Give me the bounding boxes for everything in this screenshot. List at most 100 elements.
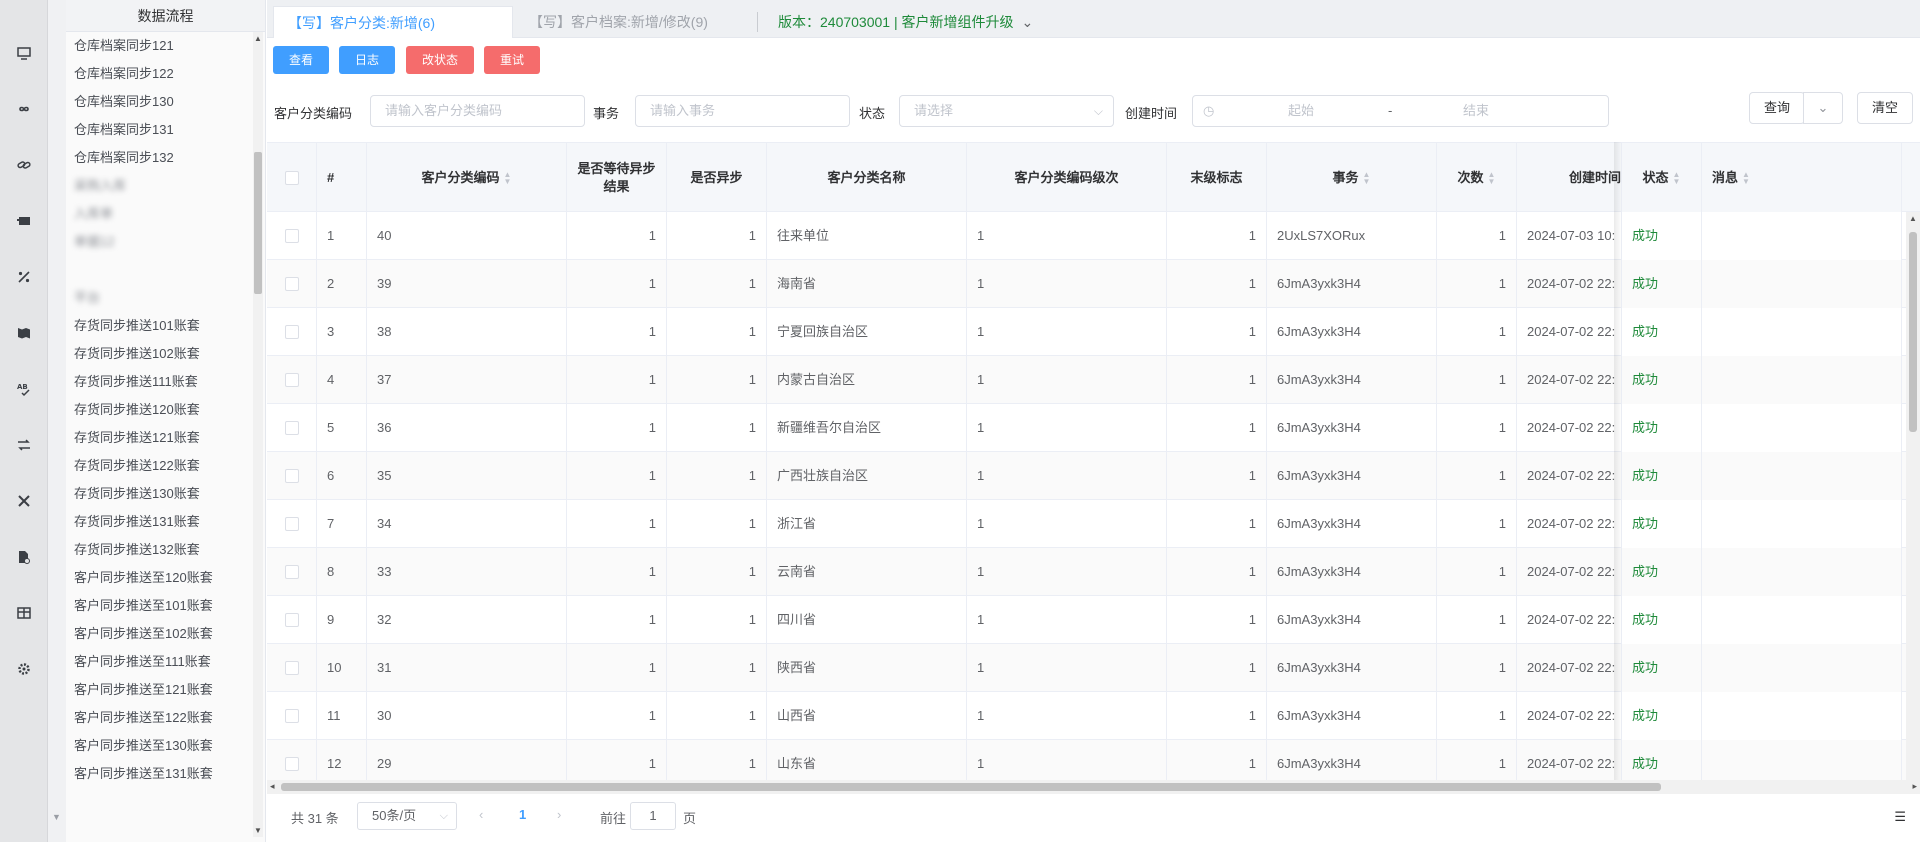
- row-checkbox[interactable]: [284, 373, 299, 387]
- version-selector[interactable]: 版本：240703001 | 客户新增组件升级 ⌄: [757, 12, 1033, 32]
- flow-tree-item[interactable]: 存货同步推送132账套: [66, 536, 252, 564]
- flow-tree-item[interactable]: 存货同步推送102账套: [66, 340, 252, 368]
- flow-tree-item[interactable]: 存货同步推送130账套: [66, 480, 252, 508]
- table-row[interactable]: 7 34 1 1 浙江省 1 1 6JmA3yxk3H4 1 2024-07-02 22: 成功: [267, 500, 1920, 548]
- sort-icon[interactable]: ▲ ▼: [1673, 171, 1681, 186]
- flow-tree-item[interactable]: 仓库档案同步132: [66, 144, 252, 172]
- flow-tree-item[interactable]: 仓库档案同步121: [66, 32, 252, 60]
- tab-customer-category-add[interactable]: 【写】客户分类:新增(6): [273, 6, 513, 38]
- table-row[interactable]: 9 32 1 1 四川省 1 1 6JmA3yxk3H4 1 2024-07-02 22: 成功: [267, 596, 1920, 644]
- col-message[interactable]: 消息 ▲ ▼: [1702, 143, 1902, 213]
- sidebar-scroll-thumb[interactable]: [254, 152, 262, 294]
- row-checkbox[interactable]: [284, 613, 299, 627]
- table-vertical-scrollbar[interactable]: ▲: [1906, 212, 1920, 782]
- row-checkbox[interactable]: [284, 517, 299, 531]
- flow-tree-item[interactable]: 客户同步推送至130账套: [66, 732, 252, 760]
- row-select-cell[interactable]: [267, 260, 317, 308]
- created-date-range[interactable]: ◷ 起始 - 结束: [1192, 95, 1609, 127]
- scroll-up-icon[interactable]: ▲: [254, 34, 262, 43]
- flow-tree-item[interactable]: 采购入库: [66, 172, 252, 200]
- table-row[interactable]: 8 33 1 1 云南省 1 1 6JmA3yxk3H4 1 2024-07-02 22: 成功: [267, 548, 1920, 596]
- row-checkbox[interactable]: [284, 565, 299, 579]
- code-filter-input[interactable]: 请输入客户分类编码: [370, 95, 585, 127]
- table-row[interactable]: 1 40 1 1 往来单位 1 1 2UxLS7XORux 1 2024-07-03 10: 成功: [267, 212, 1920, 260]
- view-button[interactable]: 查看: [273, 46, 329, 74]
- flow-tree-item[interactable]: 客户同步推送至111账套: [66, 648, 252, 676]
- flow-tree-item[interactable]: 客户同步推送至101账套: [66, 592, 252, 620]
- row-checkbox[interactable]: [284, 421, 299, 435]
- row-select-cell[interactable]: [267, 356, 317, 404]
- card-icon[interactable]: [14, 211, 34, 231]
- scroll-right-icon[interactable]: ▸: [1912, 781, 1917, 792]
- flow-tree-item[interactable]: 存货同步推送121账套: [66, 424, 252, 452]
- retry-button[interactable]: 重试: [484, 46, 540, 74]
- row-select-cell[interactable]: [267, 452, 317, 500]
- flow-tree-item[interactable]: 存货同步推送122账套: [66, 452, 252, 480]
- table-row[interactable]: 2 39 1 1 海南省 1 1 6JmA3yxk3H4 1 2024-07-02 22: 成功: [267, 260, 1920, 308]
- col-txn[interactable]: 事务 ▲ ▼: [1267, 143, 1437, 213]
- sort-icon[interactable]: ▲ ▼: [1363, 171, 1371, 186]
- row-select-cell[interactable]: [267, 404, 317, 452]
- col-count[interactable]: 次数 ▲ ▼: [1437, 143, 1517, 213]
- table-row[interactable]: 4 37 1 1 内蒙古自治区 1 1 6JmA3yxk3H4 1 2024-07-02 22: 成…: [267, 356, 1920, 404]
- select-all-cell[interactable]: [267, 143, 317, 213]
- page-number-current[interactable]: 1: [519, 807, 526, 822]
- flow-tree-item[interactable]: 存货同步推送131账套: [66, 508, 252, 536]
- file-settings-icon[interactable]: [14, 547, 34, 567]
- flow-tree-item[interactable]: 客户同步推送至122账套: [66, 704, 252, 732]
- scroll-left-icon[interactable]: ◂: [270, 781, 275, 792]
- tab-customer-archive-edit[interactable]: 【写】客户档案:新增/修改(9): [519, 6, 708, 38]
- flow-tree-item[interactable]: 客户同步推送至102账套: [66, 620, 252, 648]
- row-select-cell[interactable]: [267, 692, 317, 740]
- scroll-down-icon[interactable]: ▼: [254, 826, 262, 835]
- flow-tree-item[interactable]: 单据12: [66, 228, 252, 256]
- table-row[interactable]: 11 30 1 1 山西省 1 1 6JmA3yxk3H4 1 2024-07-02 22: 成功: [267, 692, 1920, 740]
- row-select-cell[interactable]: [267, 212, 317, 260]
- date-start[interactable]: 起始: [1288, 96, 1314, 126]
- txn-filter-input[interactable]: 请输入事务: [635, 95, 850, 127]
- sort-icon[interactable]: ▲ ▼: [504, 171, 512, 186]
- page-size-select[interactable]: 50条/页 ⌵: [357, 802, 457, 830]
- infinity-icon[interactable]: [14, 99, 34, 119]
- spellcheck-icon[interactable]: AB: [14, 379, 34, 399]
- percent-icon[interactable]: [14, 267, 34, 287]
- next-page-icon[interactable]: ›: [557, 807, 561, 822]
- flow-tree-item[interactable]: 客户同步推送至120账套: [66, 564, 252, 592]
- table-row[interactable]: 3 38 1 1 宁夏回族自治区 1 1 6JmA3yxk3H4 1 2024-07-02 22:…: [267, 308, 1920, 356]
- scroll-up-icon[interactable]: ▲: [1909, 214, 1917, 223]
- table-vscroll-thumb[interactable]: [1909, 232, 1917, 432]
- flow-tree-item[interactable]: [66, 256, 252, 284]
- table-row[interactable]: 12 29 1 1 山东省 1 1 6JmA3yxk3H4 1 2024-07-02 22: 成功: [267, 740, 1920, 782]
- tools-icon[interactable]: [14, 491, 34, 511]
- row-checkbox[interactable]: [284, 661, 299, 675]
- swap-icon[interactable]: [14, 435, 34, 455]
- col-code[interactable]: 客户分类编码 ▲ ▼: [367, 143, 567, 213]
- log-button[interactable]: 日志: [339, 46, 395, 74]
- row-select-cell[interactable]: [267, 644, 317, 692]
- map-icon[interactable]: [14, 323, 34, 343]
- table-row[interactable]: 6 35 1 1 广西壮族自治区 1 1 6JmA3yxk3H4 1 2024-07-02 22:…: [267, 452, 1920, 500]
- prev-page-icon[interactable]: ‹: [479, 807, 483, 822]
- date-end[interactable]: 结束: [1463, 96, 1489, 126]
- col-status[interactable]: 状态 ▲ ▼: [1622, 143, 1702, 213]
- chevron-down-icon[interactable]: ▼: [52, 812, 61, 822]
- monitor-icon[interactable]: [14, 43, 34, 63]
- flow-tree-item[interactable]: 客户同步推送至121账套: [66, 676, 252, 704]
- flow-tree-item[interactable]: 存货同步推送111账套: [66, 368, 252, 396]
- row-select-cell[interactable]: [267, 596, 317, 644]
- row-select-cell[interactable]: [267, 740, 317, 782]
- row-checkbox[interactable]: [284, 469, 299, 483]
- goto-page-input[interactable]: 1: [630, 802, 676, 830]
- query-dropdown[interactable]: ⌄: [1803, 92, 1843, 124]
- flow-tree-item[interactable]: 存货同步推送120账套: [66, 396, 252, 424]
- clear-button[interactable]: 清空: [1857, 92, 1913, 124]
- sort-icon[interactable]: ▲ ▼: [1488, 171, 1496, 186]
- row-checkbox[interactable]: [284, 709, 299, 723]
- row-select-cell[interactable]: [267, 548, 317, 596]
- query-button[interactable]: 查询: [1749, 92, 1805, 124]
- flow-tree-item[interactable]: 入库单: [66, 200, 252, 228]
- row-select-cell[interactable]: [267, 308, 317, 356]
- row-checkbox[interactable]: [284, 229, 299, 243]
- status-select[interactable]: 请选择 ⌵: [899, 95, 1114, 127]
- row-checkbox[interactable]: [284, 277, 299, 291]
